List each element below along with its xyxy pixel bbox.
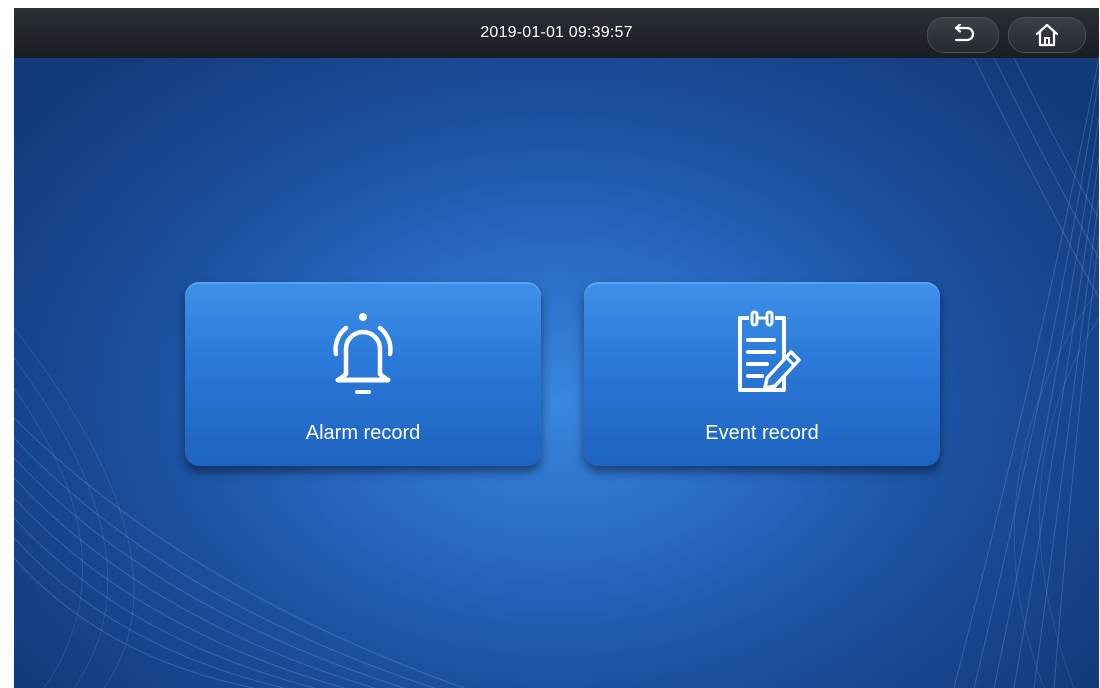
event-record-label: Event record <box>705 422 819 444</box>
back-arrow-icon <box>954 24 975 42</box>
back-button[interactable] <box>927 17 999 53</box>
status-bar: 2019-01-01 09:39:57 <box>14 8 1099 58</box>
alarm-record-label: Alarm record <box>305 422 421 444</box>
screen: 2019-01-01 09:39:57 Alarm record Event r… <box>14 8 1099 688</box>
alarm-record-button[interactable]: Alarm record <box>185 282 541 466</box>
home-button[interactable] <box>1008 17 1086 53</box>
event-record-button[interactable]: Event record <box>584 282 940 466</box>
bell-icon <box>333 313 393 394</box>
home-icon <box>1035 23 1059 47</box>
datetime-display: 2019-01-01 09:39:57 <box>480 24 633 41</box>
notepad-icon <box>738 310 801 392</box>
